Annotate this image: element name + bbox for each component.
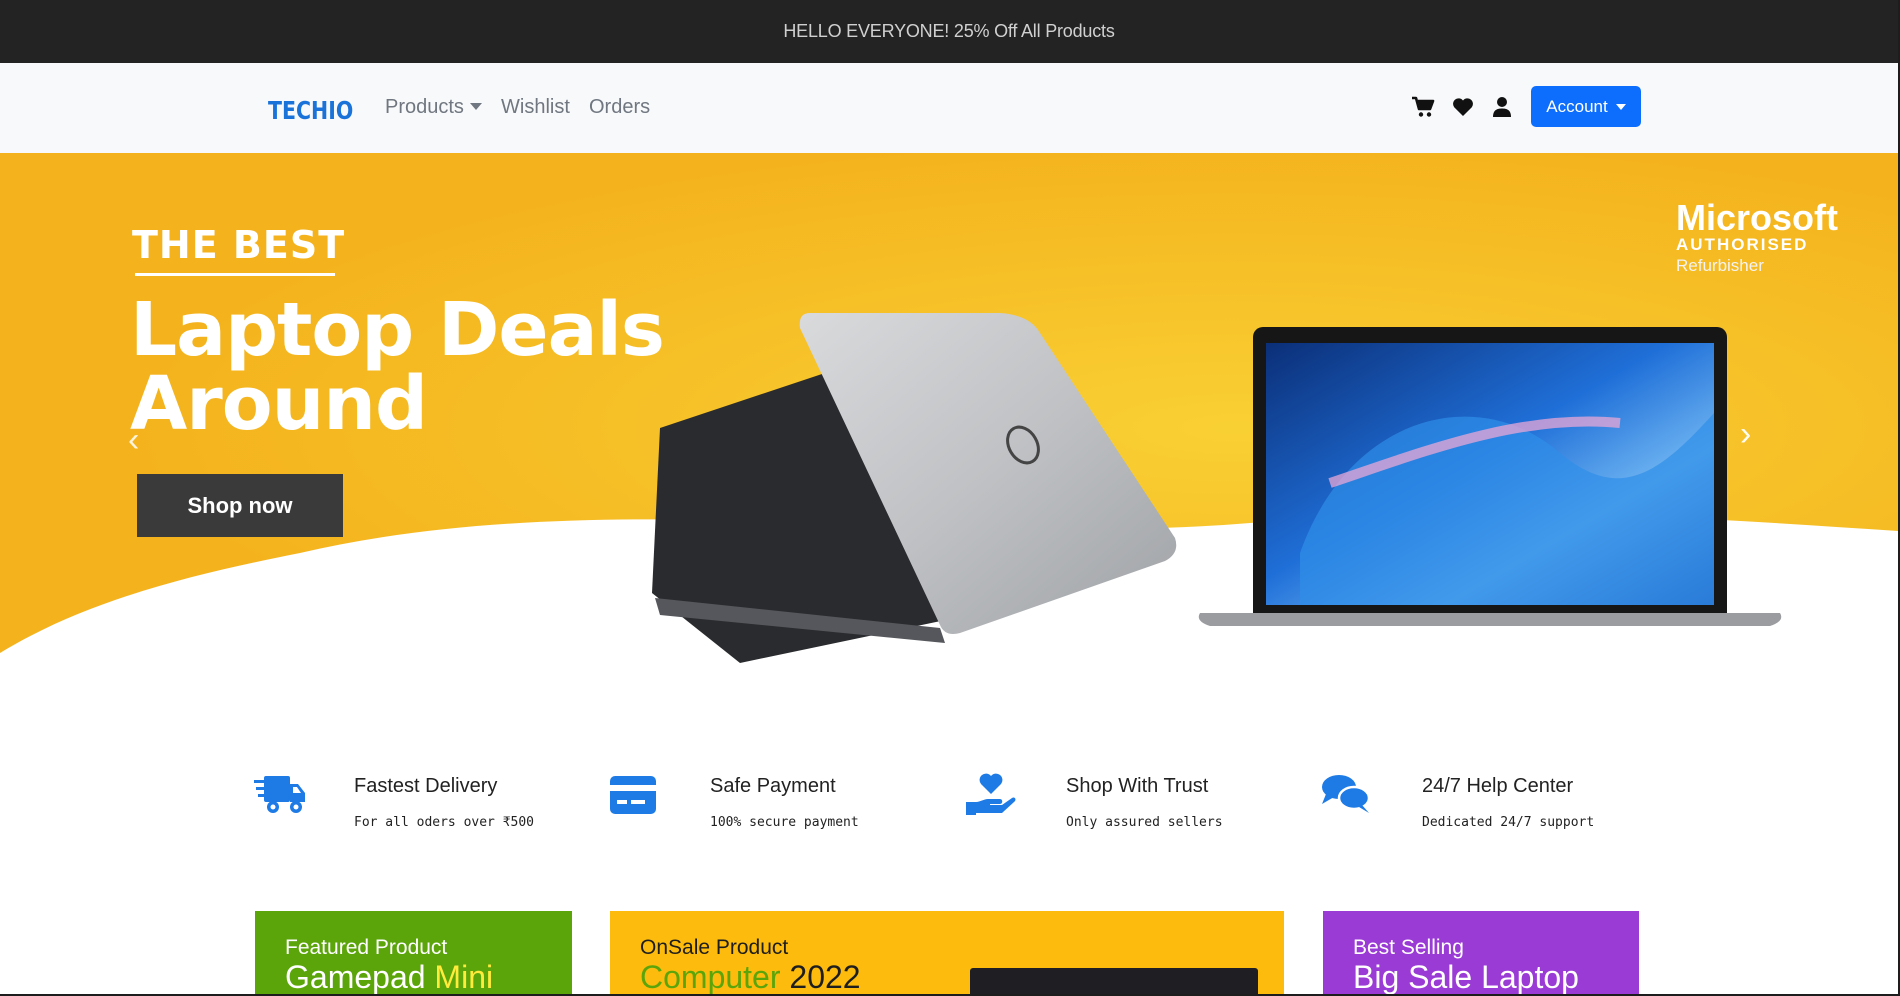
feature-title: Safe Payment	[710, 775, 836, 797]
promo-title: OnSale Product	[640, 936, 789, 959]
feature-title: 24/7 Help Center	[1422, 775, 1574, 797]
headline-line-1: Laptop Deals	[130, 287, 665, 373]
hero-carousel: THE BEST Laptop Deals Around Shop now ‹ …	[0, 153, 1898, 673]
microsoft-authorised-logo: Microsoft AUTHORISED Refurbisher	[1676, 197, 1838, 277]
promo-name-part: Gamepad	[285, 959, 426, 995]
nav-products-label: Products	[385, 96, 464, 118]
nav-products-dropdown[interactable]: Products	[385, 96, 482, 119]
chat-icon	[1322, 772, 1374, 818]
announcement-text: HELLO EVERYONE! 25% Off All Products	[783, 21, 1115, 41]
cart-icon[interactable]	[1410, 94, 1436, 120]
hero-headline: Laptop Deals Around	[130, 293, 690, 441]
account-label: Account	[1546, 96, 1608, 116]
headline-line-2: Around	[130, 361, 428, 447]
heart-icon[interactable]	[1450, 94, 1476, 120]
promo-title: Featured Product	[285, 936, 448, 959]
promo-title: Best Selling	[1353, 936, 1464, 959]
feature-subtitle: Only assured sellers	[1066, 815, 1223, 830]
navbar: TECHIO Products Wishlist Orders Account	[0, 63, 1898, 153]
promo-card-featured[interactable]: Featured Product Gamepad Mini	[255, 911, 572, 996]
page: HELLO EVERYONE! 25% Off All Products TEC…	[0, 0, 1898, 996]
carousel-next-icon[interactable]: ›	[1740, 415, 1751, 454]
truck-icon	[254, 772, 306, 818]
promo-product-name: Big Sale Laptop	[1353, 959, 1579, 995]
ms-logo-refurbisher: Refurbisher	[1676, 256, 1764, 275]
user-icon[interactable]	[1489, 94, 1515, 120]
credit-card-icon	[610, 772, 662, 818]
nav-wishlist-link[interactable]: Wishlist	[501, 96, 570, 119]
caret-down-icon	[1615, 103, 1626, 110]
hand-heart-icon	[966, 772, 1018, 818]
announcement-bar: HELLO EVERYONE! 25% Off All Products	[0, 0, 1898, 63]
feature-subtitle: For all oders over ₹500	[354, 815, 535, 830]
ms-logo-authorised: AUTHORISED	[1676, 235, 1809, 254]
promo-card-onsale[interactable]: OnSale Product Computer 2022	[610, 911, 1284, 996]
feature-title: Fastest Delivery	[354, 775, 498, 797]
promo-card-best-selling[interactable]: Best Selling Big Sale Laptop	[1323, 911, 1639, 996]
brand-logo[interactable]: TECHIO	[268, 96, 353, 125]
monitor-image	[970, 968, 1258, 996]
ms-logo-name: Microsoft	[1676, 197, 1838, 238]
promo-name-accent: Computer	[640, 959, 781, 995]
nav-orders-link[interactable]: Orders	[589, 96, 650, 119]
account-dropdown-button[interactable]: Account	[1531, 86, 1641, 127]
caret-down-icon	[469, 103, 482, 110]
shop-now-button[interactable]: Shop now	[137, 474, 343, 537]
feature-subtitle: 100% secure payment	[710, 815, 859, 830]
promo-product-name: Gamepad Mini	[285, 959, 493, 996]
feature-title: Shop With Trust	[1066, 775, 1209, 797]
promo-product-name: Computer 2022	[640, 959, 861, 996]
kicker-underline	[135, 273, 335, 276]
hero-kicker: THE BEST	[132, 223, 346, 267]
carousel-prev-icon[interactable]: ‹	[128, 421, 139, 460]
promo-name-accent: Mini	[434, 959, 494, 995]
promo-name-part: 2022	[789, 959, 861, 995]
feature-subtitle: Dedicated 24/7 support	[1422, 815, 1595, 830]
